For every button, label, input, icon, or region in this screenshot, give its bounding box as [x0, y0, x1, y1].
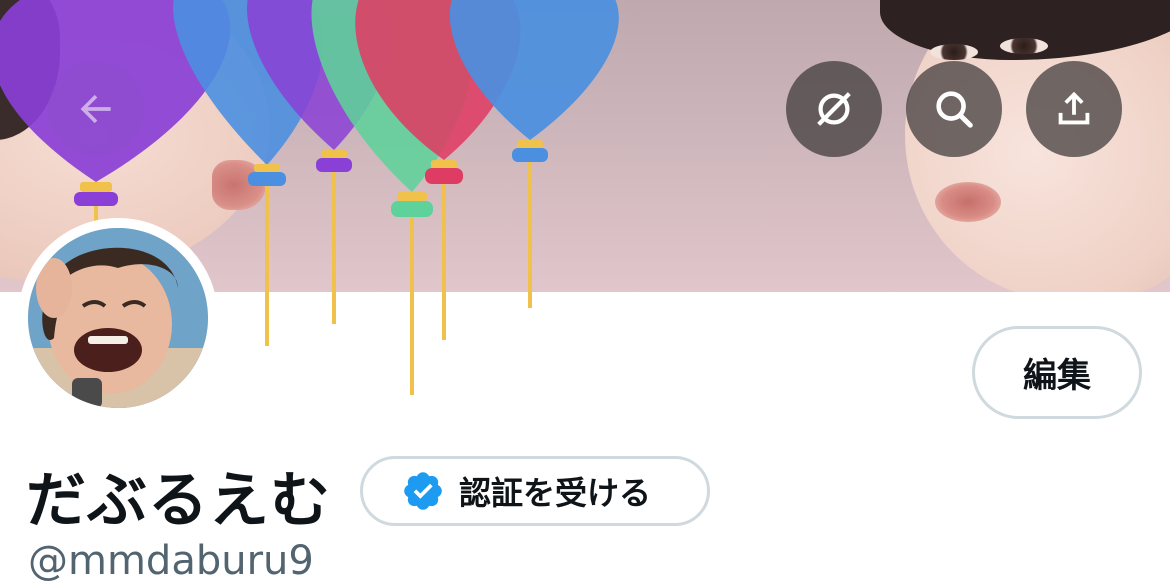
edit-profile-button[interactable]: 編集 [972, 326, 1142, 419]
avatar-image [28, 228, 208, 408]
get-verified-label: 認証を受ける [459, 474, 652, 512]
display-name: だぶるえむ [26, 466, 331, 536]
no-alt-text-button[interactable] [786, 61, 882, 157]
back-button[interactable] [48, 61, 144, 157]
avatar[interactable] [18, 218, 218, 418]
get-verified-button[interactable]: 認証を受ける [360, 456, 710, 526]
share-button[interactable] [1026, 61, 1122, 157]
search-button[interactable] [906, 61, 1002, 157]
verified-badge-icon [404, 472, 442, 510]
edit-profile-label: 編集 [1023, 356, 1091, 396]
arrow-left-icon [80, 94, 111, 124]
user-handle: @mmdaburu9 [28, 538, 314, 584]
search-icon [936, 91, 973, 128]
no-alt-text-icon [817, 92, 851, 126]
share-icon [1058, 91, 1090, 125]
